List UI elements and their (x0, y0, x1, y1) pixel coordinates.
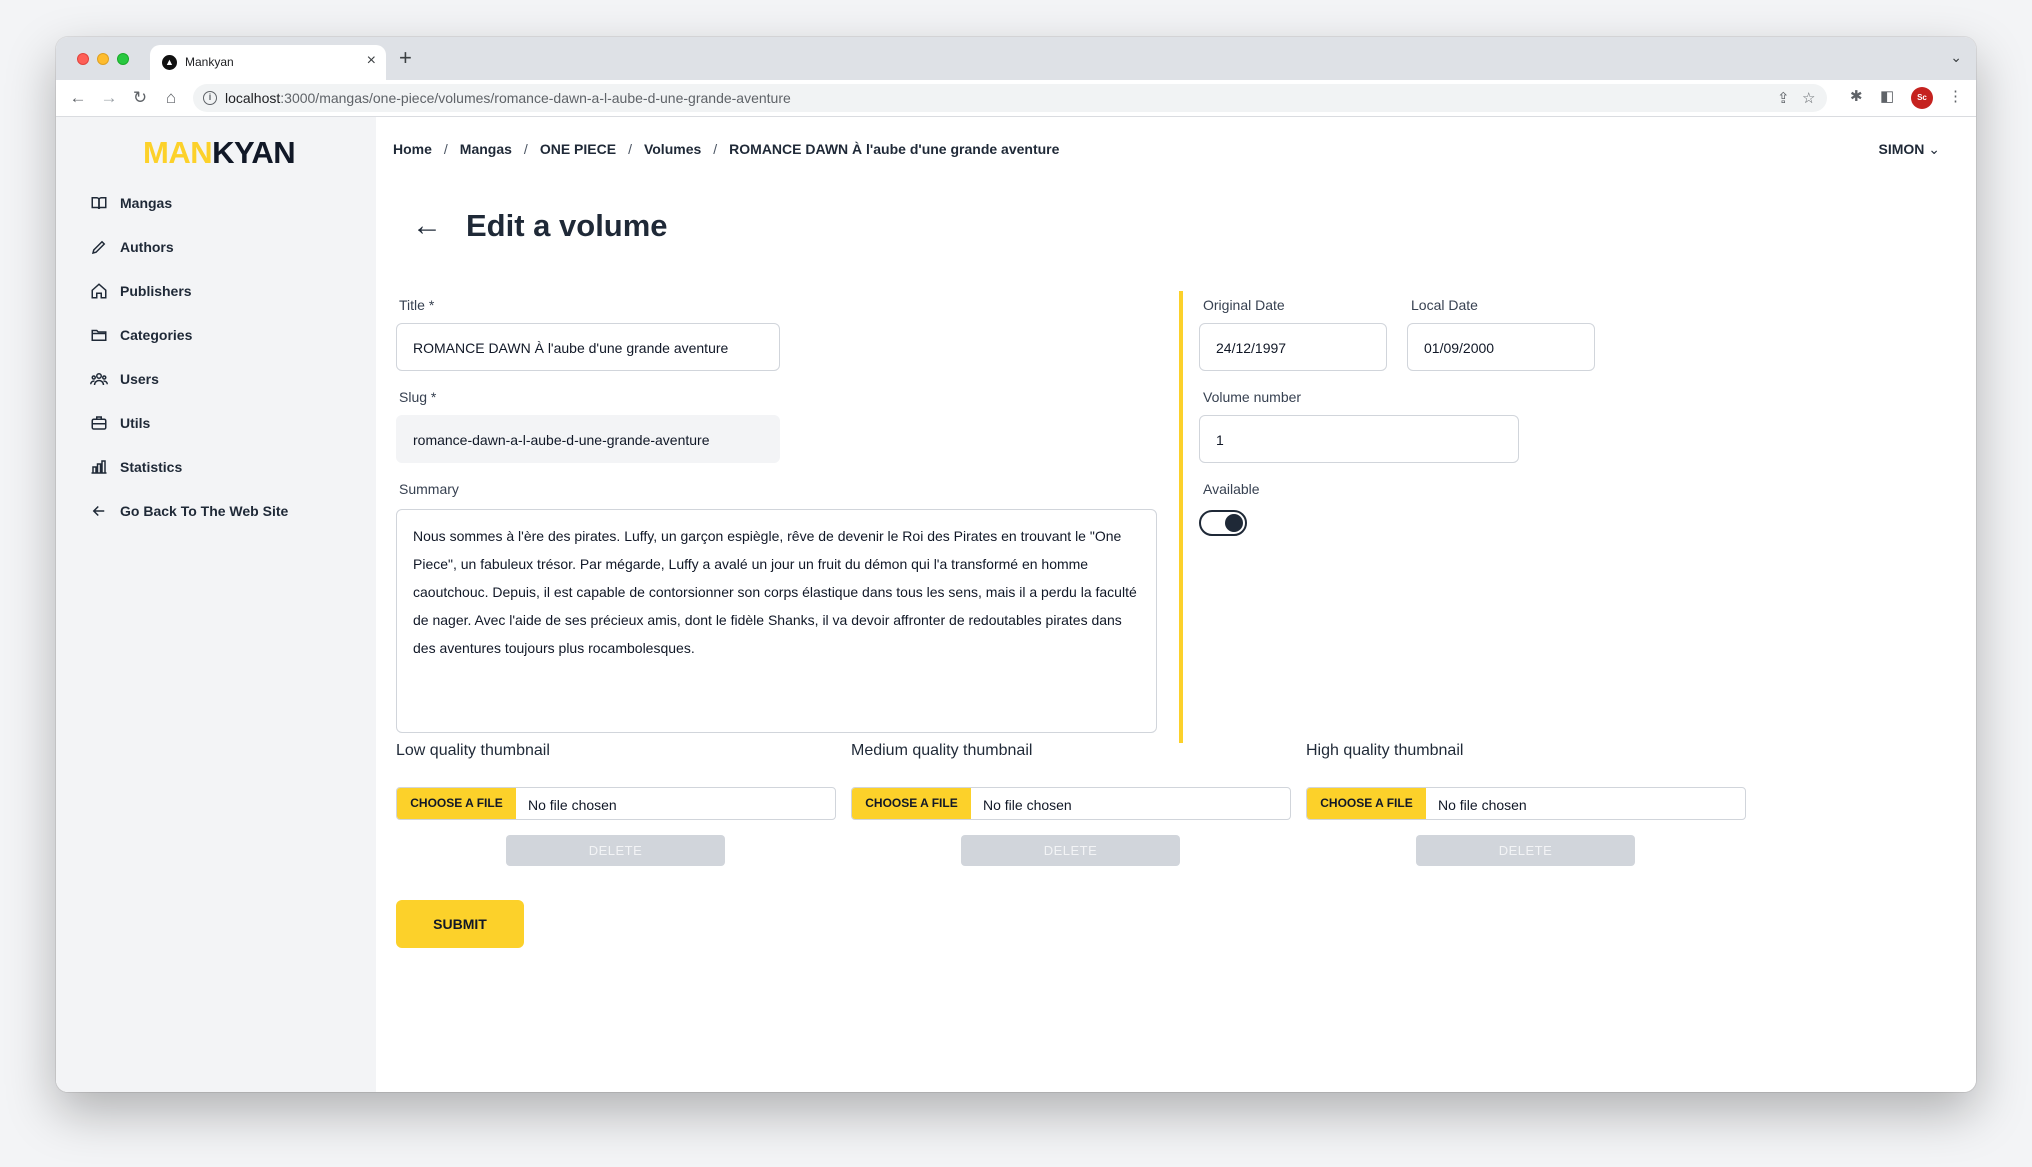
extensions-icon[interactable]: ✱ (1850, 87, 1863, 105)
maximize-window-button[interactable] (117, 53, 129, 65)
sidebar-item-authors[interactable]: Authors (88, 225, 358, 269)
slug-label: Slug * (399, 389, 437, 405)
breadcrumb: Home / Mangas / ONE PIECE / Volumes / ROMANCE DA… (393, 141, 1060, 157)
minimize-window-button[interactable] (97, 53, 109, 65)
sidebar: MANKYAN Mangas Authors Publishers Catego… (56, 117, 376, 1092)
page-title: Edit a volume (466, 208, 668, 243)
sidebar-item-utils[interactable]: Utils (88, 401, 358, 445)
users-icon (90, 373, 108, 386)
low-thumbnail-label: Low quality thumbnail (396, 742, 550, 759)
low-thumbnail-delete-button[interactable]: DELETE (506, 835, 725, 866)
medium-thumbnail-delete-button[interactable]: DELETE (961, 835, 1180, 866)
tab-close-icon[interactable]: × (367, 52, 376, 70)
sidebar-item-label: Go Back To The Web Site (120, 503, 289, 519)
sidebar-item-users[interactable]: Users (88, 357, 358, 401)
breadcrumb-mangas[interactable]: Mangas (460, 141, 512, 157)
sidebar-item-label: Utils (120, 415, 151, 431)
submit-button[interactable]: SUBMIT (396, 900, 524, 948)
high-thumbnail-delete-button[interactable]: DELETE (1416, 835, 1635, 866)
browser-window: ▲ Mankyan × + ⌄ ← → ↻ ⌂ i localhost:3000… (56, 37, 1976, 1092)
breadcrumb-volumes[interactable]: Volumes (644, 141, 701, 157)
file-status: No file chosen (528, 797, 617, 813)
sidebar-item-label: Mangas (120, 195, 173, 211)
sidebar-item-label: Categories (120, 327, 193, 343)
high-thumbnail-label: High quality thumbnail (1306, 742, 1464, 759)
sidebar-item-mangas[interactable]: Mangas (88, 181, 358, 225)
profile-avatar[interactable]: Sc (1911, 87, 1933, 109)
available-toggle[interactable] (1199, 510, 1247, 536)
book-icon (91, 197, 107, 210)
local-date-label: Local Date (1411, 297, 1478, 313)
back-arrow-icon[interactable]: ← (412, 209, 442, 243)
title-label: Title * (399, 297, 435, 313)
file-status: No file chosen (983, 797, 1072, 813)
address-bar[interactable]: i localhost:3000/mangas/one-piece/volume… (193, 84, 1827, 112)
bar-chart-icon (91, 460, 107, 474)
sidebar-item-go-back[interactable]: Go Back To The Web Site (88, 489, 358, 533)
medium-thumbnail-label: Medium quality thumbnail (851, 742, 1033, 759)
sidebar-item-categories[interactable]: Categories (88, 313, 358, 357)
sidebar-item-label: Publishers (120, 283, 192, 299)
choose-file-button[interactable]: CHOOSE A FILE (397, 788, 516, 819)
low-thumbnail-file-input[interactable]: CHOOSE A FILE No file chosen (396, 787, 836, 820)
column-divider (1179, 291, 1183, 743)
slug-input: romance-dawn-a-l-aube-d-une-grande-avent… (396, 415, 780, 463)
new-tab-icon[interactable]: + (399, 45, 412, 71)
arrow-left-icon (92, 505, 105, 517)
bookmark-star-icon[interactable]: ☆ (1802, 89, 1815, 107)
main-content: Home / Mangas / ONE PIECE / Volumes / ROMANCE DA… (376, 117, 1976, 1092)
toggle-knob (1225, 514, 1243, 532)
reload-icon[interactable]: ↻ (128, 86, 152, 110)
sidebar-item-label: Users (120, 371, 159, 387)
browser-toolbar: ← → ↻ ⌂ i localhost:3000/mangas/one-piec… (56, 80, 1976, 117)
sidebar-item-publishers[interactable]: Publishers (88, 269, 358, 313)
close-window-button[interactable] (77, 53, 89, 65)
folder-icon (91, 329, 107, 341)
browser-tab[interactable]: ▲ Mankyan × (150, 45, 386, 80)
choose-file-button[interactable]: CHOOSE A FILE (852, 788, 971, 819)
breadcrumb-manga[interactable]: ONE PIECE (540, 141, 616, 157)
breadcrumb-current: ROMANCE DAWN À l'aube d'une grande avent… (729, 141, 1060, 157)
briefcase-icon (91, 416, 107, 430)
high-thumbnail-file-input[interactable]: CHOOSE A FILE No file chosen (1306, 787, 1746, 820)
side-panel-icon[interactable]: ◧ (1880, 87, 1894, 105)
site-info-icon[interactable]: i (203, 91, 217, 105)
sidebar-item-label: Statistics (120, 459, 183, 475)
tab-title: Mankyan (185, 55, 234, 69)
summary-label: Summary (399, 481, 459, 497)
volume-number-label: Volume number (1203, 389, 1302, 405)
app-logo[interactable]: MANKYAN (143, 135, 296, 171)
original-date-input[interactable]: 24/12/1997 (1199, 323, 1387, 371)
volume-number-input[interactable]: 1 (1199, 415, 1519, 463)
breadcrumb-home[interactable]: Home (393, 141, 432, 157)
user-menu[interactable]: SIMON ⌄ (1878, 141, 1940, 158)
title-input[interactable]: ROMANCE DAWN À l'aube d'une grande avent… (396, 323, 780, 371)
home-icon (91, 283, 107, 299)
medium-thumbnail-file-input[interactable]: CHOOSE A FILE No file chosen (851, 787, 1291, 820)
tab-strip: ▲ Mankyan × + ⌄ (56, 37, 1976, 80)
favicon-icon: ▲ (162, 55, 177, 70)
sidebar-nav: Mangas Authors Publishers Categories Use… (88, 181, 358, 533)
chevron-down-icon: ⌄ (1928, 141, 1940, 157)
url-text: localhost:3000/mangas/one-piece/volumes/… (225, 90, 791, 106)
sidebar-item-statistics[interactable]: Statistics (88, 445, 358, 489)
original-date-label: Original Date (1203, 297, 1285, 313)
back-icon[interactable]: ← (66, 86, 90, 110)
browser-menu-icon[interactable]: ⋮ (1948, 87, 1963, 105)
tab-search-icon[interactable]: ⌄ (1950, 49, 1962, 66)
app: MANKYAN Mangas Authors Publishers Catego… (56, 117, 1976, 1092)
home-icon[interactable]: ⌂ (159, 86, 183, 110)
choose-file-button[interactable]: CHOOSE A FILE (1307, 788, 1426, 819)
local-date-input[interactable]: 01/09/2000 (1407, 323, 1595, 371)
sidebar-item-label: Authors (120, 239, 174, 255)
summary-textarea[interactable]: Nous sommes à l'ère des pirates. Luffy, … (396, 509, 1157, 733)
share-icon[interactable]: ⇪ (1777, 89, 1790, 107)
forward-icon[interactable]: → (97, 86, 121, 110)
file-status: No file chosen (1438, 797, 1527, 813)
pencil-icon (91, 240, 106, 255)
available-label: Available (1203, 481, 1260, 497)
